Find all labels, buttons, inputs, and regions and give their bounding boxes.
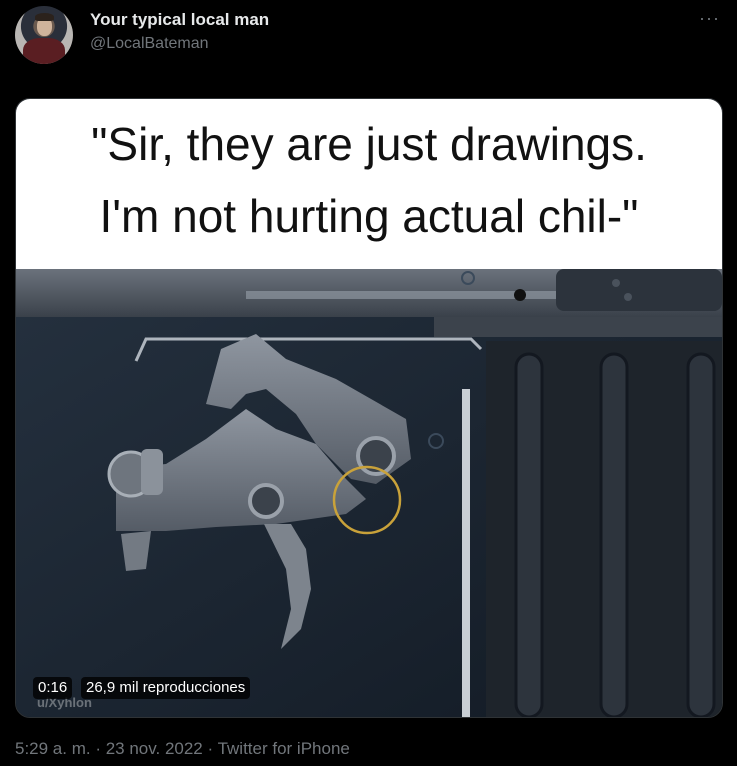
meta-separator: · <box>90 739 106 758</box>
more-options-icon[interactable]: ··· <box>699 8 720 29</box>
video-duration-badge: 0:16 <box>33 677 73 699</box>
user-handle[interactable]: @LocalBateman <box>90 35 209 53</box>
tweet-date[interactable]: 23 nov. 2022 <box>106 739 203 758</box>
avatar[interactable] <box>15 6 73 64</box>
video-views-badge: 26,9 mil reproducciones <box>81 677 251 699</box>
video-frame-illustration <box>16 269 722 717</box>
video-frame[interactable] <box>16 269 722 717</box>
avatar-hair <box>35 13 54 21</box>
avatar-suit <box>23 38 65 64</box>
tweet-media-video[interactable]: "Sir, they are just drawings. I'm not hu… <box>15 98 723 718</box>
meta-separator: · <box>202 739 218 758</box>
tweet-header: Your typical local man @LocalBateman ··· <box>0 0 737 80</box>
video-caption-line-2: I'm not hurting actual chil-" <box>99 190 639 242</box>
tweet-metadata: 5:29 a. m. · 23 nov. 2022 · Twitter for … <box>15 739 350 759</box>
video-caption-line-1: "Sir, they are just drawings. <box>91 118 647 170</box>
tweet-source: Twitter for iPhone <box>217 739 350 758</box>
tweet-time[interactable]: 5:29 a. m. <box>15 739 91 758</box>
display-name[interactable]: Your typical local man <box>90 10 269 30</box>
video-caption-box: "Sir, they are just drawings. I'm not hu… <box>16 99 722 269</box>
